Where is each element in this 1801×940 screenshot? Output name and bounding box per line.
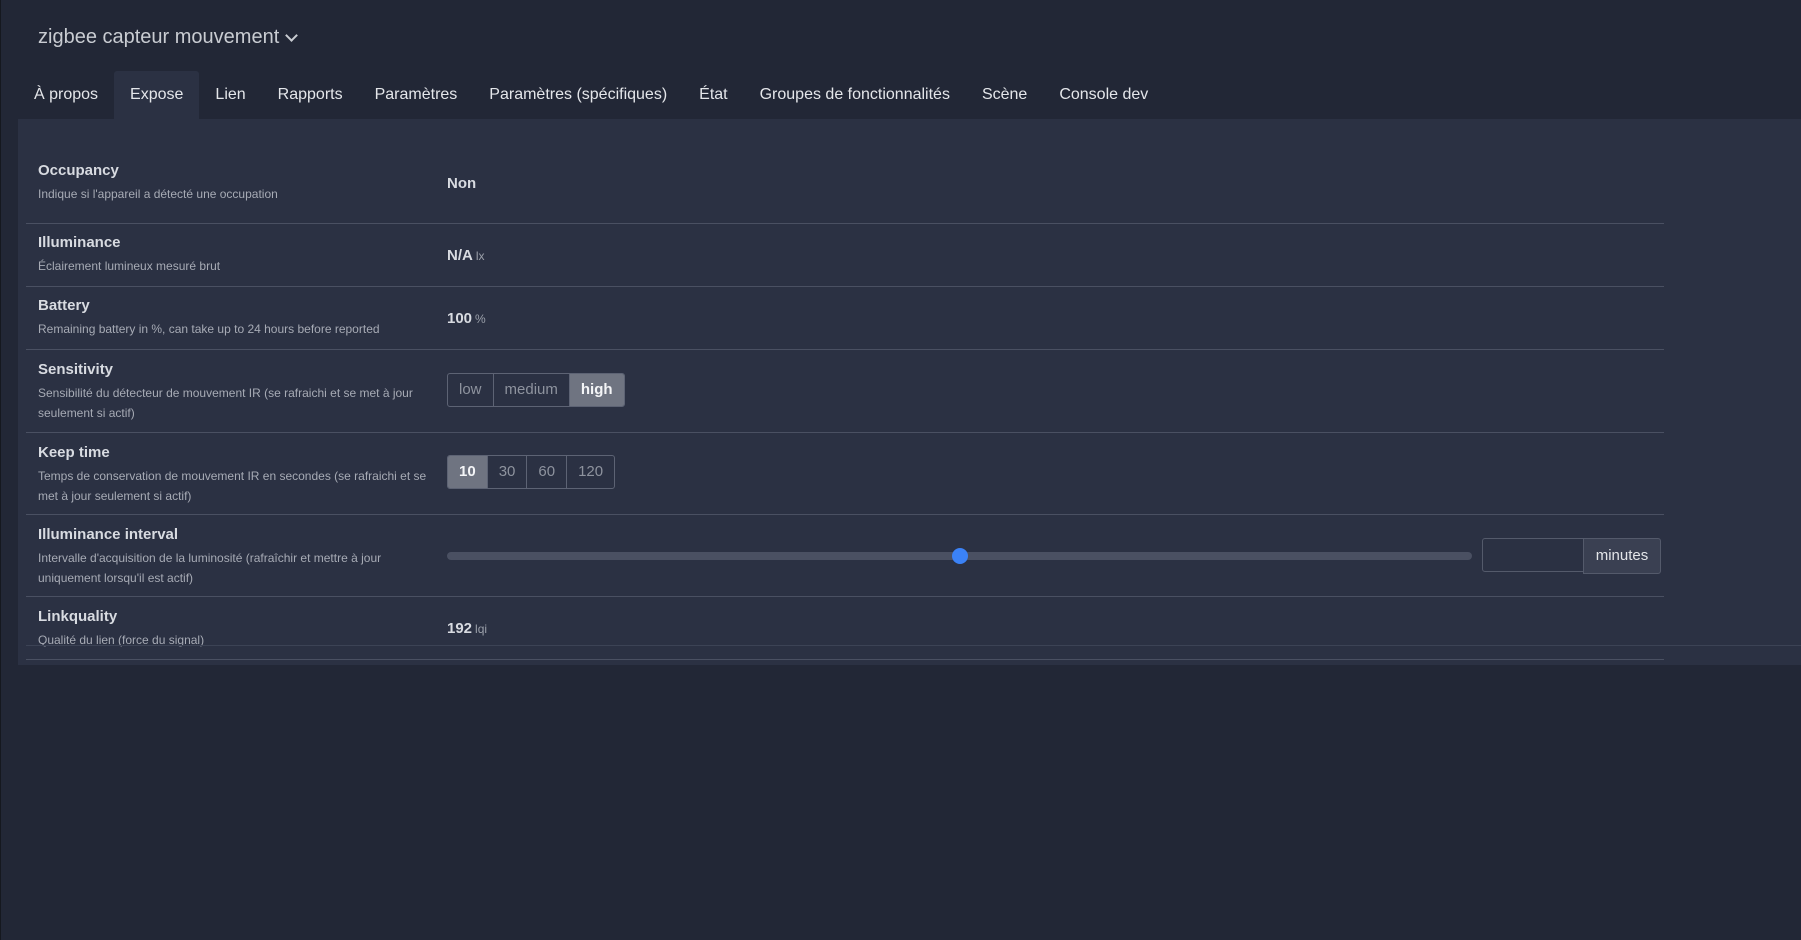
tab-console-dev[interactable]: Console dev xyxy=(1043,71,1164,119)
feature-row-illuminance: Illuminance Éclairement lumineux mesuré … xyxy=(26,224,1664,287)
tab-expose[interactable]: Expose xyxy=(114,71,200,119)
feature-description: Éclairement lumineux mesuré brut xyxy=(38,259,221,273)
tab-groupes-fonctionnalites[interactable]: Groupes de fonctionnalités xyxy=(744,71,966,119)
linkquality-unit: lqi xyxy=(475,622,488,636)
chevron-down-icon xyxy=(285,28,299,42)
feature-row-battery: Battery Remaining battery in %, can take… xyxy=(26,287,1664,350)
feature-description: Sensibilité du détecteur de mouvement IR… xyxy=(38,386,413,420)
illuminance-number: N/A xyxy=(447,247,473,264)
keep-time-option-10[interactable]: 10 xyxy=(448,456,488,488)
expose-panel: Occupancy Indique si l'appareil a détect… xyxy=(18,119,1801,665)
battery-value: 100% xyxy=(447,310,486,327)
illuminance-interval-slider[interactable] xyxy=(447,548,1472,564)
tab-parametres-specifiques[interactable]: Paramètres (spécifiques) xyxy=(473,71,683,119)
tab-etat[interactable]: État xyxy=(683,71,743,119)
tab-scene[interactable]: Scène xyxy=(966,71,1043,119)
feature-row-sensitivity: Sensitivity Sensibilité du détecteur de … xyxy=(26,350,1664,433)
feature-description: Indique si l'appareil a détecté une occu… xyxy=(38,187,278,201)
device-selector[interactable]: zigbee capteur mouvement xyxy=(38,26,299,49)
illuminance-interval-input[interactable] xyxy=(1482,538,1590,572)
feature-row-illuminance-interval: Illuminance interval Intervalle d'acquis… xyxy=(26,515,1664,597)
tab-rapports[interactable]: Rapports xyxy=(262,71,359,119)
feature-description: Temps de conservation de mouvement IR en… xyxy=(38,469,427,503)
feature-description: Remaining battery in %, can take up to 2… xyxy=(38,322,380,336)
illuminance-value: N/A lx xyxy=(447,247,485,264)
feature-row-linkquality: Linkquality Qualité du lien (force du si… xyxy=(26,597,1664,660)
illuminance-interval-unit: minutes xyxy=(1583,538,1661,574)
illuminance-unit: lx xyxy=(475,249,485,263)
sensitivity-option-high[interactable]: high xyxy=(569,374,624,406)
feature-row-keep-time: Keep time Temps de conservation de mouve… xyxy=(26,433,1664,515)
occupancy-value: Non xyxy=(447,175,477,192)
keep-time-option-30[interactable]: 30 xyxy=(488,456,528,488)
feature-name: Sensitivity xyxy=(38,361,114,378)
battery-unit: % xyxy=(475,312,486,326)
feature-name: Illuminance xyxy=(38,234,121,251)
keep-time-option-120[interactable]: 120 xyxy=(567,456,614,488)
device-title: zigbee capteur mouvement xyxy=(38,26,280,48)
keep-time-selector: 10 30 60 120 xyxy=(447,455,616,489)
tab-bar: À propos Expose Lien Rapports Paramètres… xyxy=(18,71,1164,119)
feature-name: Battery xyxy=(38,297,90,314)
slider-thumb[interactable] xyxy=(951,548,968,564)
feature-row-occupancy: Occupancy Indique si l'appareil a détect… xyxy=(26,152,1664,224)
sensitivity-option-low[interactable]: low xyxy=(448,374,494,406)
sensitivity-selector: low medium high xyxy=(447,373,625,407)
tab-a-propos[interactable]: À propos xyxy=(18,71,114,119)
window-edge xyxy=(0,0,1,940)
feature-name: Keep time xyxy=(38,444,110,461)
tab-lien[interactable]: Lien xyxy=(199,71,261,119)
divider xyxy=(26,645,1801,646)
tab-parametres[interactable]: Paramètres xyxy=(359,71,474,119)
battery-number: 100 xyxy=(447,310,473,327)
linkquality-value: 192 lqi xyxy=(447,620,487,637)
linkquality-number: 192 xyxy=(447,620,473,637)
keep-time-option-60[interactable]: 60 xyxy=(527,456,568,488)
feature-description: Intervalle d'acquisition de la luminosit… xyxy=(38,551,382,585)
feature-description: Qualité du lien (force du signal) xyxy=(38,633,205,647)
feature-name: Linkquality xyxy=(38,608,118,625)
feature-name: Illuminance interval xyxy=(38,526,179,543)
feature-name: Occupancy xyxy=(38,162,119,179)
sensitivity-option-medium[interactable]: medium xyxy=(494,374,570,406)
